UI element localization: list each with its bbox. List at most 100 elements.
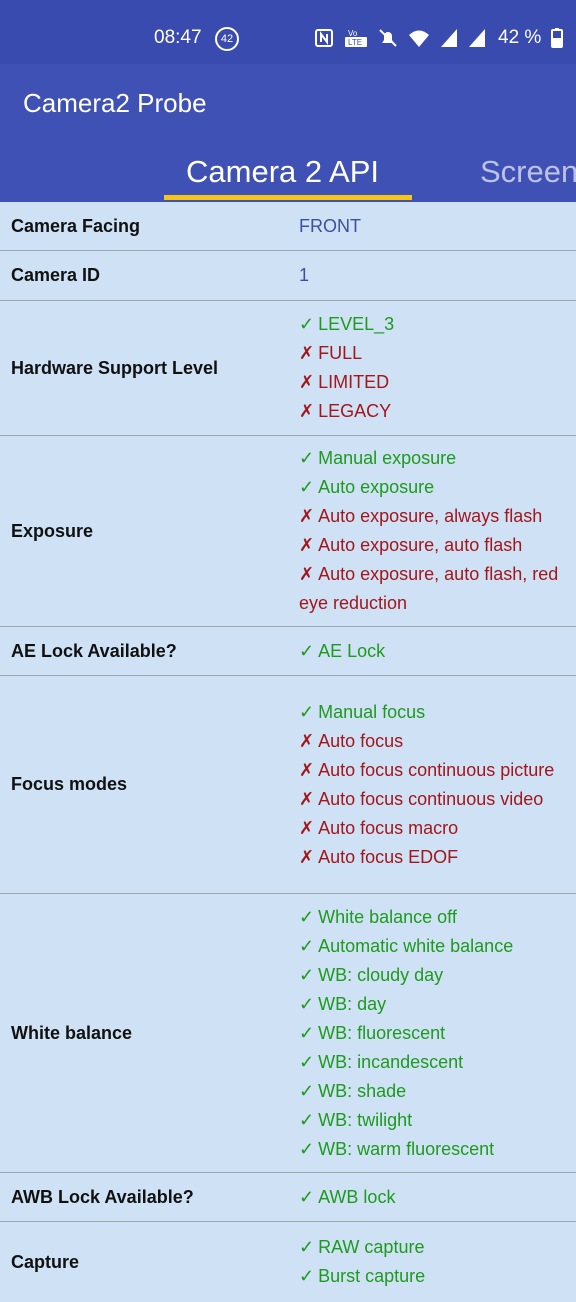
value-item: ✓ Auto exposure [299, 473, 570, 502]
row-values: ✓ RAW capture ✓ Burst capture [299, 1233, 576, 1291]
value-item: ✓ LEVEL_3 [299, 310, 570, 339]
tab-bar: Camera 2 API Screen [0, 142, 576, 202]
value-text: Burst capture [318, 1266, 426, 1286]
value-text: Auto focus continuous video [318, 788, 544, 809]
value-item: ✗ LIMITED [299, 368, 570, 397]
row-values: ✓ Manual focus ✗ Auto focus ✗ Auto focus cont… [299, 698, 576, 872]
info-row: Exposure ✓ Manual exposure ✓ Auto exposure ✗… [0, 436, 576, 627]
check-icon: ✓ [299, 640, 315, 661]
value-text: Auto exposure [318, 477, 435, 497]
wifi-icon [409, 30, 429, 47]
value-item: ✓ Automatic white balance [299, 932, 570, 961]
check-icon: ✓ [299, 448, 315, 468]
value-item: ✗ LEGACY [299, 397, 570, 426]
app-title: Camera2 Probe [23, 88, 207, 118]
row-values: ✓ AWB lock [299, 1183, 576, 1212]
row-label: Camera ID [11, 265, 101, 285]
row-label: Hardware Support Level [11, 357, 219, 378]
row-label: AE Lock Available? [11, 640, 177, 661]
cross-icon: ✗ [299, 535, 315, 555]
row-values: FRONT [299, 212, 576, 241]
info-row: AWB Lock Available? ✓ AWB lock [0, 1173, 576, 1222]
cross-icon: ✗ [299, 372, 315, 392]
value-text: LIMITED [318, 372, 390, 392]
value-text: Auto focus EDOF [318, 846, 459, 867]
value-item: ✓ RAW capture [299, 1233, 570, 1262]
value-text: LEVEL_3 [318, 314, 395, 334]
svg-text:Vo: Vo [348, 29, 358, 38]
check-icon: ✓ [299, 1022, 315, 1043]
value-item: 1 [299, 265, 310, 285]
value-item: ✓ Manual exposure [299, 444, 570, 473]
info-row: Camera ID 1 [0, 251, 576, 301]
row-label: AWB Lock Available? [11, 1186, 194, 1207]
tab-camera2-api[interactable]: Camera 2 API [186, 154, 379, 190]
info-row: Hardware Support Level ✓ LEVEL_3 ✗ FULL ✗ LIM… [0, 301, 576, 436]
value-text: WB: cloudy day [318, 964, 444, 985]
value-item: ✓ WB: cloudy day [299, 961, 570, 990]
value-text: WB: shade [318, 1080, 407, 1101]
value-text: AWB lock [318, 1186, 396, 1207]
row-label: Exposure [11, 520, 94, 541]
value-item: ✓ WB: incandescent [299, 1048, 570, 1077]
value-item: ✓ AE Lock [299, 637, 570, 666]
tab-indicator [164, 195, 412, 200]
value-item: FRONT [299, 215, 361, 236]
check-icon: ✓ [299, 993, 315, 1014]
row-values: 1 [299, 261, 576, 290]
value-text: White balance off [318, 906, 457, 927]
row-values: ✓ White balance off ✓ Automatic white balan… [299, 903, 576, 1164]
check-icon: ✓ [299, 935, 315, 956]
cross-icon: ✗ [299, 846, 315, 867]
battery-level: 42 % [498, 27, 542, 48]
value-item: ✓ White balance off [299, 903, 570, 932]
value-item: ✗ Auto focus continuous picture [299, 756, 570, 785]
cross-icon: ✗ [299, 788, 315, 809]
check-icon: ✓ [299, 1186, 315, 1207]
info-row: Focus modes ✓ Manual focus ✗ Auto focus ✗ Aut… [0, 676, 576, 894]
value-text: WB: twilight [318, 1109, 413, 1130]
signal-icon [441, 29, 457, 47]
value-text: Auto exposure, auto flash [318, 535, 523, 555]
cross-icon: ✗ [299, 343, 315, 363]
value-item: ✓ Manual focus [299, 698, 570, 727]
tab-screen[interactable]: Screen [480, 154, 576, 190]
value-text: FULL [318, 343, 363, 363]
value-text: Manual exposure [318, 448, 457, 468]
signal-icon [469, 29, 485, 47]
value-item: ✓ WB: fluorescent [299, 1019, 570, 1048]
value-text: Automatic white balance [318, 935, 514, 956]
row-label: Camera Facing [11, 215, 141, 236]
cross-icon: ✗ [299, 730, 315, 751]
value-text: AE Lock [318, 640, 386, 661]
volte-icon: VoLTE [345, 29, 367, 47]
battery-icon [551, 28, 564, 48]
value-item: ✗ Auto focus [299, 727, 570, 756]
value-text: Manual focus [318, 701, 426, 722]
svg-text:LTE: LTE [348, 38, 362, 47]
row-values: ✓ LEVEL_3 ✗ FULL ✗ LIMITED ✗ LEGACY [299, 310, 576, 426]
nfc-icon [315, 29, 333, 47]
check-icon: ✓ [299, 906, 315, 927]
value-item: ✓ WB: twilight [299, 1106, 570, 1135]
row-label: White balance [11, 1022, 133, 1043]
value-text: WB: fluorescent [318, 1022, 446, 1043]
value-item: ✓ Burst capture [299, 1262, 570, 1291]
value-text: WB: day [318, 993, 387, 1014]
check-icon: ✓ [299, 1080, 315, 1101]
row-values: ✓ AE Lock [299, 637, 576, 666]
check-icon: ✓ [299, 701, 315, 722]
value-text: WB: incandescent [318, 1051, 464, 1072]
mute-icon [379, 29, 397, 47]
check-icon: ✓ [299, 477, 315, 497]
row-values: ✓ Manual exposure ✓ Auto exposure ✗ Auto expo… [299, 444, 576, 618]
value-item: ✗ Auto exposure, auto flash, red eye redu… [299, 560, 570, 618]
value-item: ✗ Auto focus macro [299, 814, 570, 843]
status-time: 08:47 [154, 27, 202, 48]
cross-icon: ✗ [299, 401, 315, 421]
check-icon: ✓ [299, 1109, 315, 1130]
cross-icon: ✗ [299, 506, 315, 526]
value-item: ✓ WB: day [299, 990, 570, 1019]
value-text: Auto exposure, auto flash, red eye reduc… [299, 564, 559, 613]
check-icon: ✓ [299, 1266, 315, 1286]
